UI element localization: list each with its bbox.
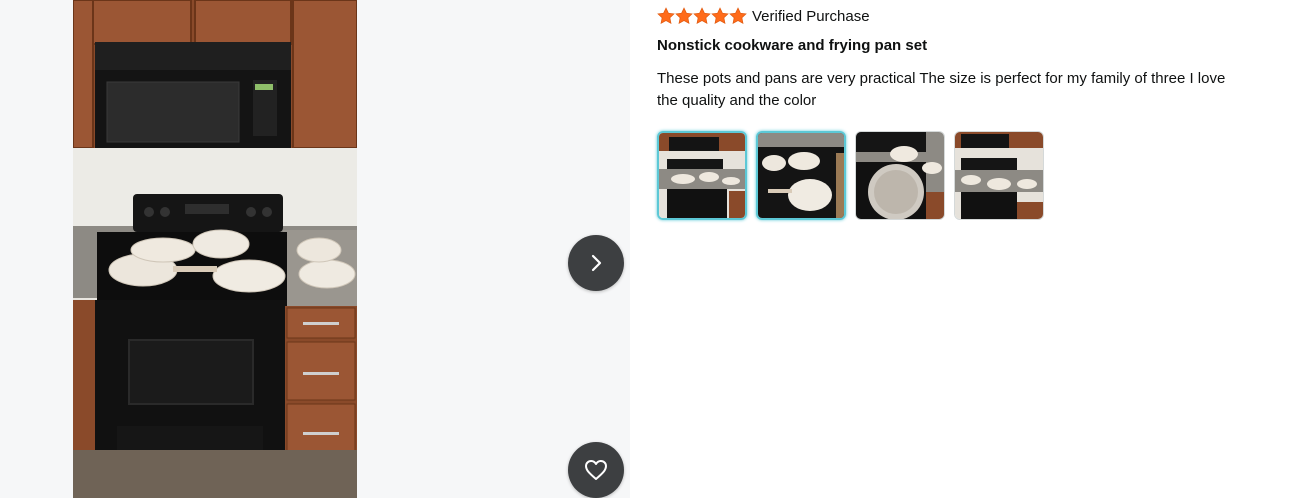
media-viewer xyxy=(0,0,630,498)
review-thumbnail[interactable] xyxy=(855,131,945,220)
verified-purchase-badge: Verified Purchase xyxy=(752,7,870,25)
review-media-page: Verified Purchase Nonstick cookware and … xyxy=(0,0,1294,498)
favorite-button[interactable] xyxy=(568,442,624,498)
star-icon xyxy=(729,7,747,24)
heart-icon xyxy=(585,460,607,480)
review-thumbnail[interactable] xyxy=(756,131,846,220)
star-icon xyxy=(693,7,711,24)
next-image-button[interactable] xyxy=(568,235,624,291)
review-thumbnail[interactable] xyxy=(657,131,747,220)
star-icon xyxy=(711,7,729,24)
review-body: These pots and pans are very practical T… xyxy=(657,70,1226,109)
chevron-right-icon xyxy=(591,254,602,272)
review-title[interactable]: Nonstick cookware and frying pan set xyxy=(657,37,927,54)
rating-row: Verified Purchase xyxy=(657,6,870,26)
review-thumbnail[interactable] xyxy=(954,131,1044,220)
review-thumbnails xyxy=(657,131,1044,220)
star-icon xyxy=(675,7,693,24)
star-rating xyxy=(657,7,747,25)
review-photo-main xyxy=(73,0,357,498)
star-icon xyxy=(657,7,675,24)
